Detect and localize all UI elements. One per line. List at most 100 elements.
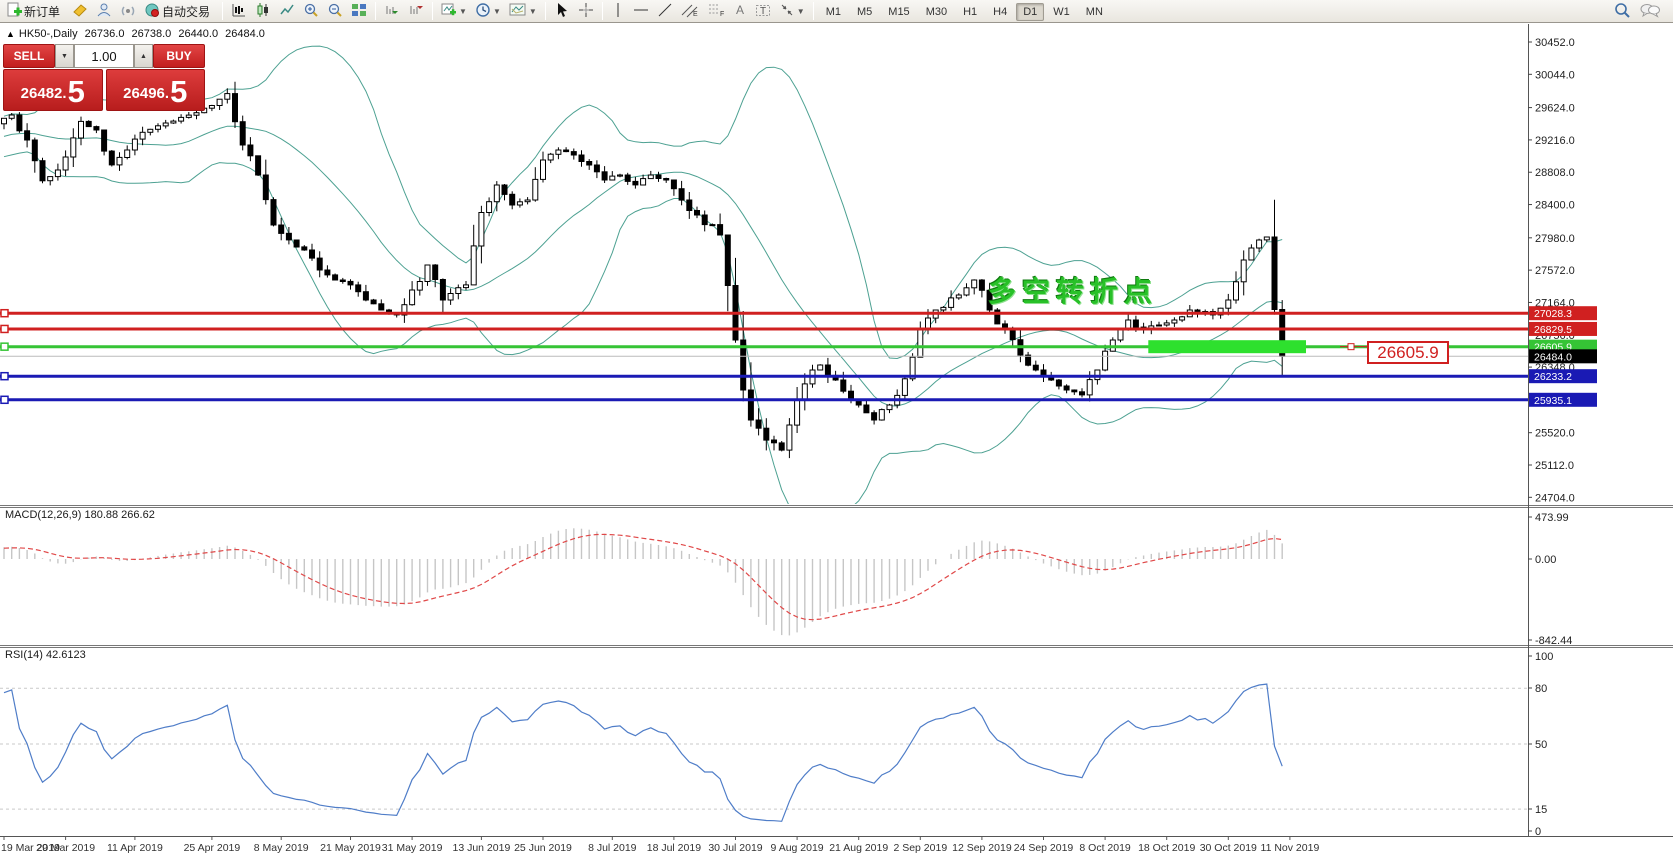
line-chart-mode-button[interactable] xyxy=(276,1,298,21)
volume-decrease-button[interactable]: ▼ xyxy=(55,44,74,68)
rsi-line xyxy=(4,684,1282,821)
timeframe-button-MN[interactable]: MN xyxy=(1079,3,1110,21)
timeframe-button-M1[interactable]: M1 xyxy=(819,3,848,21)
line-handle[interactable] xyxy=(1,310,8,317)
macd-indicator-label: MACD(12,26,9) 180.88 266.62 xyxy=(5,509,155,521)
collapse-triangle-icon: ▲ xyxy=(6,29,15,39)
svg-text:24 Sep 2019: 24 Sep 2019 xyxy=(1014,842,1074,854)
sell-price-display[interactable]: 26482.5 xyxy=(3,69,103,111)
svg-text:18 Oct 2019: 18 Oct 2019 xyxy=(1138,842,1195,854)
ohlc-open: 26736.0 xyxy=(85,28,125,40)
chart-symbol-period: HK50-,Daily xyxy=(19,28,78,40)
svg-text:30 Jul 2019: 30 Jul 2019 xyxy=(708,842,762,854)
arrows-dropdown[interactable]: ▼ xyxy=(776,1,808,21)
svg-text:E: E xyxy=(693,11,698,18)
toolbar-separator xyxy=(222,2,223,20)
timeframe-button-H1[interactable]: H1 xyxy=(956,3,984,21)
svg-text:25520.0: 25520.0 xyxy=(1535,428,1575,440)
horizontal-level-lines xyxy=(0,310,1528,404)
timeframe-button-H4[interactable]: H4 xyxy=(986,3,1014,21)
signals-icon xyxy=(120,2,136,21)
tile-windows-button[interactable] xyxy=(348,1,370,21)
depth-of-market-button[interactable] xyxy=(69,1,91,21)
line-handle[interactable] xyxy=(1,325,8,332)
autotrading-button[interactable]: 自动交易 xyxy=(141,1,217,21)
timeframe-button-M15[interactable]: M15 xyxy=(881,3,916,21)
signals-button[interactable] xyxy=(117,1,139,21)
svg-text:15: 15 xyxy=(1535,804,1547,816)
chart-canvas[interactable]: 30452.030044.029624.029216.028808.028400… xyxy=(0,24,1673,858)
sell-button[interactable]: SELL xyxy=(3,44,55,68)
community-button[interactable] xyxy=(93,1,115,21)
autotrading-label: 自动交易 xyxy=(162,3,210,20)
chart-shift-icon xyxy=(408,2,424,21)
ohlc-close: 26484.0 xyxy=(225,28,265,40)
trendline-tool[interactable] xyxy=(654,1,676,21)
cursor-tool-button[interactable] xyxy=(551,1,573,21)
autotrading-icon xyxy=(144,2,160,21)
sell-price-main: 26482. xyxy=(21,81,67,107)
svg-text:26829.5: 26829.5 xyxy=(1534,324,1572,336)
svg-text:25935.1: 25935.1 xyxy=(1534,395,1572,407)
volume-input[interactable]: 1.00 xyxy=(74,44,134,68)
chart-annotation-text[interactable]: 多空转折点 xyxy=(988,270,1158,310)
fibonacci-tool[interactable]: F xyxy=(704,1,728,21)
timeframe-button-W1[interactable]: W1 xyxy=(1046,3,1077,21)
toolbar-separator xyxy=(375,2,376,20)
text-icon: A xyxy=(733,2,747,21)
timeframe-button-M30[interactable]: M30 xyxy=(919,3,954,21)
ohlc-low: 26440.0 xyxy=(178,28,218,40)
svg-text:27572.0: 27572.0 xyxy=(1535,265,1575,277)
dropdown-caret-icon: ▼ xyxy=(529,7,537,16)
svg-text:25 Jun 2019: 25 Jun 2019 xyxy=(514,842,572,854)
candlestick-mode-button[interactable] xyxy=(252,1,274,21)
chat-button[interactable] xyxy=(1636,1,1664,21)
line-handle[interactable] xyxy=(1,396,8,403)
svg-text:24704.0: 24704.0 xyxy=(1535,492,1575,504)
time-axis[interactable]: 19 Mar 201929 Mar 201911 Apr 201925 Apr … xyxy=(1,837,1319,854)
horizontal-line-tool[interactable] xyxy=(630,1,652,21)
svg-text:26233.2: 26233.2 xyxy=(1534,371,1572,383)
line-handle[interactable] xyxy=(1,343,8,350)
auto-scroll-button[interactable] xyxy=(381,1,403,21)
fibonacci-icon: F xyxy=(707,2,725,21)
price-callout-label[interactable]: 26605.9 xyxy=(1367,341,1449,364)
svg-text:21 May 2019: 21 May 2019 xyxy=(320,842,381,854)
text-label-tool[interactable]: T xyxy=(752,1,774,21)
zoom-out-button[interactable] xyxy=(324,1,346,21)
templates-dropdown[interactable]: ▼ xyxy=(506,1,540,21)
svg-text:100: 100 xyxy=(1535,651,1553,663)
dropdown-caret-icon: ▼ xyxy=(493,7,501,16)
svg-text:21 Aug 2019: 21 Aug 2019 xyxy=(829,842,888,854)
dropdown-caret-icon: ▼ xyxy=(797,7,805,16)
svg-text:29216.0: 29216.0 xyxy=(1535,135,1575,147)
buy-button[interactable]: BUY xyxy=(153,44,205,68)
svg-text:-842.44: -842.44 xyxy=(1535,635,1572,647)
new-chart-dropdown[interactable]: ▼ xyxy=(438,1,470,21)
callout-anchor[interactable] xyxy=(1348,344,1354,350)
timeframe-group: M1M5M15M30H1H4D1W1MN xyxy=(818,2,1111,20)
equidistant-channel-tool[interactable]: E xyxy=(678,1,702,21)
bar-chart-mode-button[interactable] xyxy=(228,1,250,21)
highlight-rectangle[interactable] xyxy=(1148,340,1306,353)
price-axis[interactable]: 30452.030044.029624.029216.028808.028400… xyxy=(1528,37,1597,838)
svg-text:26484.0: 26484.0 xyxy=(1534,351,1572,363)
zoom-in-icon xyxy=(303,2,319,21)
timeframe-button-M5[interactable]: M5 xyxy=(850,3,879,21)
buy-price-main: 26496. xyxy=(123,81,169,107)
new-order-button[interactable]: 新订单 xyxy=(3,1,67,21)
zoom-in-button[interactable] xyxy=(300,1,322,21)
svg-text:25 Apr 2019: 25 Apr 2019 xyxy=(184,842,241,854)
trading-terminal: 新订单 自动交易 xyxy=(0,0,1673,858)
volume-increase-button[interactable]: ▲ xyxy=(134,44,153,68)
periods-dropdown[interactable]: ▼ xyxy=(472,1,504,21)
timeframe-button-D1[interactable]: D1 xyxy=(1016,3,1044,21)
search-button[interactable] xyxy=(1610,1,1634,21)
text-tool[interactable]: A xyxy=(730,1,750,21)
svg-text:0: 0 xyxy=(1535,826,1541,838)
crosshair-tool-button[interactable] xyxy=(575,1,597,21)
chart-shift-button[interactable] xyxy=(405,1,427,21)
vertical-line-tool[interactable] xyxy=(608,1,628,21)
buy-price-display[interactable]: 26496.5 xyxy=(106,69,206,111)
line-handle[interactable] xyxy=(1,373,8,380)
